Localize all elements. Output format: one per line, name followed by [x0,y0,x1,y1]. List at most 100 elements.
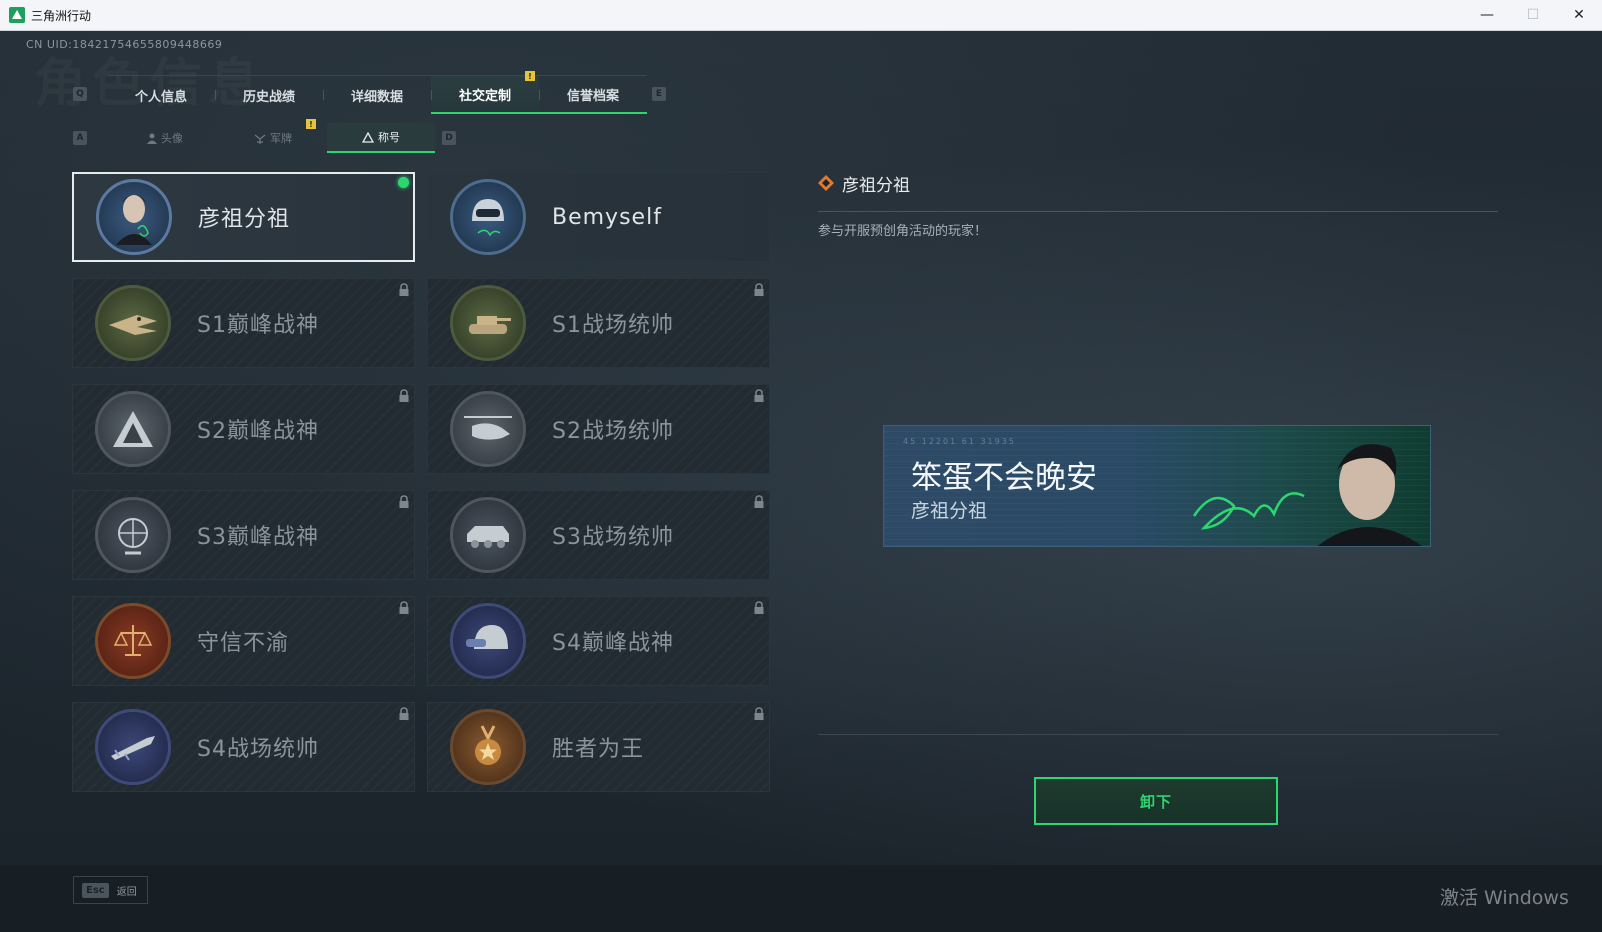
lock-icon [754,389,764,402]
prev-tab-key-hint: Q [73,87,87,101]
lock-icon [754,495,764,508]
prev-subtab-key-hint: A [73,131,87,145]
tab-label: 详细数据 [350,89,403,105]
detail-title: 彦祖分祖 [842,175,910,196]
title-name: S2巅峰战神 [197,419,319,444]
scales-emblem-icon [95,603,171,679]
title-card[interactable]: Bemyself [427,172,770,262]
maximize-button[interactable]: ☐ [1510,0,1556,31]
tab-label: 社交定制 [458,88,511,104]
title-name: S4战场统帅 [197,737,319,762]
title-card[interactable]: 守信不渝 [72,596,415,686]
close-button[interactable]: ✕ [1556,0,1602,31]
activate-windows-watermark: 激活 Windows [1440,887,1569,909]
lock-icon [754,283,764,296]
title-name: S3战场统帅 [552,525,674,550]
window-controls: — ☐ ✕ [1464,0,1602,31]
military-badge-icon [254,134,266,144]
minimize-button[interactable]: — [1464,0,1510,31]
next-subtab-key-hint: D [442,131,456,145]
back-button[interactable]: Esc 返回 [73,876,148,904]
missile-emblem-icon [95,709,171,785]
title-detail-panel: 彦祖分祖 参与开服预创角活动的玩家！ [818,169,1498,239]
title-card[interactable]: S2战场统帅 [427,384,770,474]
portrait-emblem-icon [96,179,172,255]
lock-icon [399,283,409,296]
back-label: 返回 [116,886,137,898]
medal-emblem-icon [450,709,526,785]
lock-icon [399,389,409,402]
subtab-military-badge[interactable]: 军牌 ! [219,119,327,153]
subtab-avatar[interactable]: 头像 [111,123,219,153]
lock-icon [754,601,764,614]
new-badge: ! [525,71,535,81]
title-card[interactable]: S4巅峰战神 [427,596,770,686]
main-tab-bar: 个人信息 历史战绩 详细数据 社交定制 ! 信誉档案 [107,71,647,114]
window-titlebar: 三角洲行动 — ☐ ✕ [0,0,1602,31]
portrait-icon [1317,444,1423,546]
tank-emblem-icon [450,285,526,361]
title-name: S2战场统帅 [552,419,674,444]
armored-vehicle-emblem-icon [450,497,526,573]
banner-code-text: 45 12201 61 31935 [903,437,1016,446]
title-preview-banner: 45 12201 61 31935 笨蛋不会晚安 彦祖分祖 [883,425,1431,547]
helmet-nvg-emblem-icon [450,603,526,679]
window-title: 三角洲行动 [31,8,92,23]
detail-header: 彦祖分祖 [818,169,1498,197]
equipped-indicator [398,177,409,188]
tab-label: 信誉档案 [566,88,619,104]
lock-icon [399,707,409,720]
subtab-title[interactable]: 称号 [327,123,435,153]
game-screen: 角色信息 CN UID:18421754655809448669 Q 个人信息 … [0,31,1602,932]
subtab-label: 头像 [161,132,183,145]
helicopter-emblem-icon [450,391,526,467]
title-card[interactable]: S2巅峰战神 [72,384,415,474]
tab-detailed-stats[interactable]: 详细数据 [323,76,431,114]
title-emblem-icon [362,131,374,143]
crocodile-emblem-icon [95,285,171,361]
esc-key-hint: Esc [82,882,109,898]
person-icon [147,133,157,144]
tab-social-custom[interactable]: 社交定制 ! [431,71,539,114]
title-name: S1战场统帅 [552,313,674,338]
app-logo-icon [9,7,25,23]
globe-emblem-icon [95,497,171,573]
title-card[interactable]: 胜者为王 [427,702,770,792]
triangle-emblem-icon [95,391,171,467]
title-name: S3巅峰战神 [197,525,319,550]
title-card[interactable]: S4战场统帅 [72,702,415,792]
tab-credit-record[interactable]: 信誉档案 [539,76,647,114]
tab-battle-history[interactable]: 历史战绩 [215,76,323,114]
player-uid: CN UID:18421754655809448669 [26,38,223,51]
tab-label: 个人信息 [134,89,187,105]
next-tab-key-hint: E [652,87,666,101]
detail-bottom-divider [818,734,1498,735]
title-name: Bemyself [552,204,662,230]
banner-player-name: 笨蛋不会晚安 [911,460,1097,496]
unequip-button[interactable]: 卸下 [1034,777,1278,825]
title-name: 胜者为王 [552,737,645,762]
lock-icon [399,495,409,508]
subtab-label: 军牌 [270,132,292,145]
title-card[interactable]: S3战场统帅 [427,490,770,580]
tab-personal-info[interactable]: 个人信息 [107,76,215,114]
new-badge: ! [306,119,316,129]
title-name: 守信不渝 [197,631,290,656]
footer-bar: Esc 返回 激活 Windows [0,865,1602,932]
lock-icon [754,707,764,720]
detail-description: 参与开服预创角活动的玩家！ [818,224,988,239]
title-name: 彦祖分祖 [198,207,291,232]
title-name: S1巅峰战神 [197,313,319,338]
title-card[interactable]: S1巅峰战神 [72,278,415,368]
title-name: S4巅峰战神 [552,631,674,656]
title-card[interactable]: S3巅峰战神 [72,490,415,580]
lock-icon [399,601,409,614]
tab-label: 历史战绩 [242,89,295,105]
detail-divider [818,211,1498,212]
banner-title-name: 彦祖分祖 [911,500,988,522]
title-card[interactable]: S1战场统帅 [427,278,770,368]
title-card[interactable]: 彦祖分祖 [72,172,415,262]
diamond-icon [818,175,834,191]
sub-tab-bar: 头像 军牌 ! 称号 [111,119,435,153]
helmet-emblem-icon [450,179,526,255]
